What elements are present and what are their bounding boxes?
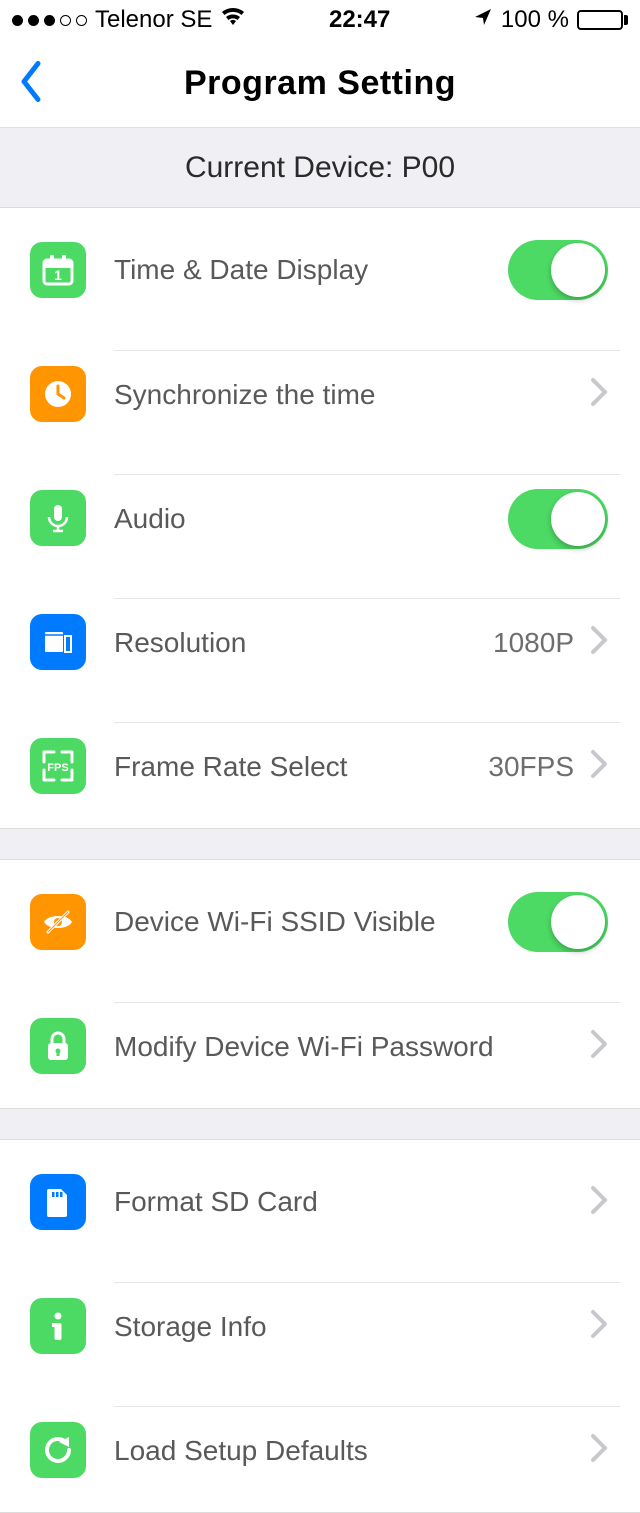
chevron-right-icon <box>590 749 608 784</box>
chevron-right-icon <box>590 1309 608 1344</box>
info-icon <box>30 1298 86 1354</box>
audio-label: Audio <box>114 503 508 535</box>
audio-toggle[interactable] <box>508 489 608 549</box>
back-button[interactable] <box>18 59 44 108</box>
modify-wifi-password-label: Modify Device Wi-Fi Password <box>114 1031 590 1063</box>
load-defaults-label: Load Setup Defaults <box>114 1435 590 1467</box>
eye-slash-icon <box>30 894 86 950</box>
resolution-icon <box>30 614 86 670</box>
row-wifi-ssid-visible[interactable]: Device Wi-Fi SSID Visible <box>0 860 640 984</box>
time-date-display-toggle[interactable] <box>508 240 608 300</box>
microphone-icon <box>30 490 86 546</box>
lock-icon <box>30 1018 86 1074</box>
calendar-icon: 1 <box>30 242 86 298</box>
status-bar: Telenor SE 22:47 100 % <box>0 0 640 40</box>
chevron-right-icon <box>590 377 608 412</box>
fps-icon: FPS <box>30 738 86 794</box>
row-format-sd-card[interactable]: Format SD Card <box>0 1140 640 1264</box>
location-icon <box>473 6 493 34</box>
device-header: Current Device: P00 <box>0 128 640 208</box>
svg-text:FPS: FPS <box>47 762 68 774</box>
chevron-right-icon <box>590 1433 608 1468</box>
chevron-right-icon <box>590 1029 608 1064</box>
page-title: Program Setting <box>184 64 456 103</box>
chevron-right-icon <box>590 1185 608 1220</box>
row-time-date-display[interactable]: 1 Time & Date Display <box>0 208 640 332</box>
row-modify-wifi-password[interactable]: Modify Device Wi-Fi Password <box>0 984 640 1108</box>
battery-icon <box>577 10 628 30</box>
resolution-label: Resolution <box>114 627 493 659</box>
resolution-value: 1080P <box>493 627 574 659</box>
row-load-defaults[interactable]: Load Setup Defaults <box>0 1388 640 1512</box>
row-frame-rate[interactable]: FPS Frame Rate Select 30FPS <box>0 704 640 828</box>
clock-icon <box>30 366 86 422</box>
settings-group-3: Format SD Card Storage Info Load Setup D… <box>0 1139 640 1513</box>
signal-dots-icon <box>12 15 87 26</box>
wifi-ssid-visible-label: Device Wi-Fi SSID Visible <box>114 906 508 938</box>
frame-rate-label: Frame Rate Select <box>114 751 488 783</box>
chevron-right-icon <box>590 625 608 660</box>
sd-card-icon <box>30 1174 86 1230</box>
status-left: Telenor SE <box>12 6 246 34</box>
status-time: 22:47 <box>329 6 390 34</box>
wifi-icon <box>220 6 246 34</box>
row-resolution[interactable]: Resolution 1080P <box>0 580 640 704</box>
row-sync-time[interactable]: Synchronize the time <box>0 332 640 456</box>
settings-group-1: 1 Time & Date Display Synchronize the ti… <box>0 208 640 829</box>
row-storage-info[interactable]: Storage Info <box>0 1264 640 1388</box>
reset-icon <box>30 1422 86 1478</box>
format-sd-card-label: Format SD Card <box>114 1186 590 1218</box>
time-date-display-label: Time & Date Display <box>114 254 508 286</box>
sync-time-label: Synchronize the time <box>114 379 590 411</box>
wifi-ssid-visible-toggle[interactable] <box>508 892 608 952</box>
status-right: 100 % <box>473 6 628 34</box>
nav-bar: Program Setting <box>0 40 640 128</box>
current-device-label: Current Device: P00 <box>185 151 455 185</box>
frame-rate-value: 30FPS <box>488 751 574 783</box>
settings-group-2: Device Wi-Fi SSID Visible Modify Device … <box>0 859 640 1109</box>
svg-text:1: 1 <box>54 267 62 283</box>
battery-percent: 100 % <box>501 6 569 34</box>
carrier-label: Telenor SE <box>95 6 212 34</box>
storage-info-label: Storage Info <box>114 1311 590 1343</box>
row-audio[interactable]: Audio <box>0 456 640 580</box>
